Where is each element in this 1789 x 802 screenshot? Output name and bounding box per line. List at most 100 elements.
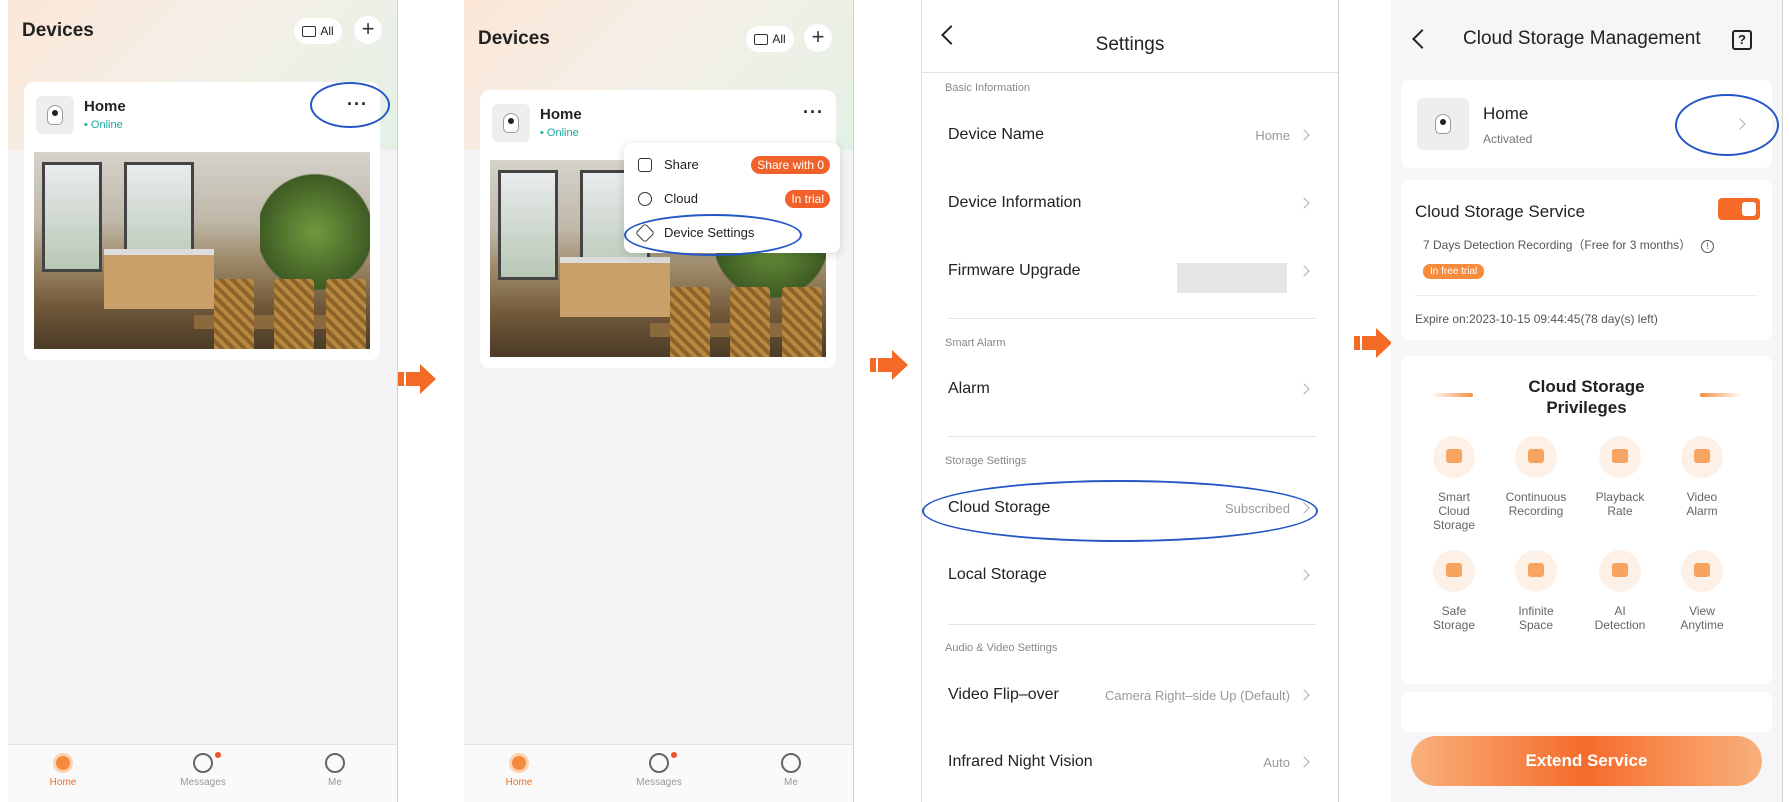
- info-icon[interactable]: !: [1701, 240, 1715, 253]
- privilege-label: Video: [1686, 490, 1718, 504]
- back-icon[interactable]: [1412, 29, 1432, 49]
- tab-messages-label: Messages: [636, 777, 682, 788]
- section-storage-settings: Storage Settings: [945, 455, 1027, 467]
- chevron-right-icon: [1298, 689, 1310, 701]
- camera-icon: [1417, 98, 1469, 150]
- camera-icon: [492, 104, 530, 142]
- arrow-icon: [870, 350, 908, 380]
- device-list-icon: [754, 33, 769, 45]
- home-icon: [509, 753, 529, 773]
- row-device-name[interactable]: Device Name: [948, 126, 1044, 144]
- row-firmware-upgrade[interactable]: Firmware Upgrade: [948, 262, 1080, 280]
- video-icon: [1515, 436, 1557, 478]
- privilege-label: Storage: [1432, 618, 1476, 632]
- cloud-badge: In trial: [785, 190, 830, 208]
- tab-messages[interactable]: Messages: [624, 752, 694, 788]
- service-description-text: 7 Days Detection Recording（Free for 3 mo…: [1423, 238, 1692, 252]
- filter-all-label: All: [320, 24, 334, 38]
- add-device-button[interactable]: +: [354, 16, 382, 44]
- infrared-value: Auto: [1263, 755, 1290, 770]
- box-icon: [1515, 550, 1557, 592]
- help-icon[interactable]: ?: [1732, 30, 1752, 50]
- chevron-right-icon: [1298, 197, 1310, 209]
- arrow-icon: [398, 364, 436, 394]
- privileges-panel: Cloud Storage Privileges Smart Cloud Sto…: [1401, 356, 1772, 684]
- privilege-label: Storage: [1432, 518, 1476, 532]
- extra-panel: [1401, 692, 1772, 732]
- row-device-information[interactable]: Device Information: [948, 194, 1081, 212]
- privilege-continuous-recording: Continuous Recording: [1497, 436, 1575, 518]
- camera-icon: [36, 96, 74, 134]
- scan-icon: [1599, 550, 1641, 592]
- tab-home-label: Home: [505, 777, 533, 788]
- page-title: Settings: [1095, 34, 1165, 55]
- camera-icon: [1681, 550, 1723, 592]
- cloud-icon: [638, 191, 652, 206]
- speed-icon: [1599, 436, 1641, 478]
- highlight-ellipse: [624, 214, 802, 256]
- section-audio-video-settings: Audio & Video Settings: [945, 642, 1058, 654]
- row-infrared-night-vision[interactable]: Infrared Night Vision: [948, 753, 1093, 771]
- privilege-infinite-space: Infinite Space: [1497, 550, 1575, 632]
- highlight-ellipse: [310, 82, 390, 128]
- cloud-storage-management-screen: Cloud Storage Management ? Home Activate…: [1391, 0, 1783, 802]
- highlight-ellipse: [1675, 94, 1779, 156]
- row-alarm[interactable]: Alarm: [948, 380, 990, 398]
- divider: [1415, 295, 1758, 296]
- service-toggle[interactable]: [1718, 198, 1760, 220]
- privilege-label: Anytime: [1680, 618, 1724, 632]
- privilege-video-alarm: Video Alarm: [1663, 436, 1741, 518]
- device-list-icon: [302, 25, 317, 37]
- filter-all-label: All: [772, 32, 786, 46]
- privilege-label: AI: [1614, 604, 1626, 618]
- filter-all-button[interactable]: All: [294, 18, 342, 44]
- privilege-label: Infinite: [1518, 604, 1554, 618]
- chevron-right-icon: [1298, 383, 1310, 395]
- chevron-right-icon: [1298, 265, 1310, 277]
- device-status: Online: [84, 119, 123, 131]
- highlight-ellipse: [922, 480, 1318, 542]
- privilege-label: Recording: [1508, 504, 1564, 518]
- expire-date: Expire on:2023-10-15 09:44:45(78 day(s) …: [1415, 312, 1658, 326]
- privilege-safe-storage: Safe Storage: [1415, 550, 1493, 632]
- menu-item-share[interactable]: Share: [638, 157, 699, 172]
- tab-messages[interactable]: Messages: [168, 752, 238, 788]
- privileges-title-line-2: Privileges: [1546, 398, 1627, 417]
- firmware-version-redacted: [1177, 263, 1287, 293]
- extend-service-button[interactable]: Extend Service: [1411, 736, 1762, 786]
- tab-messages-label: Messages: [180, 777, 226, 788]
- bottom-tab-bar: Home Messages Me: [8, 744, 397, 802]
- privilege-label: Playback: [1595, 490, 1645, 504]
- home-icon: [53, 753, 73, 773]
- more-options-button[interactable]: ···: [803, 102, 824, 123]
- tab-me[interactable]: Me: [756, 753, 826, 788]
- section-divider: [948, 624, 1316, 625]
- filter-all-button[interactable]: All: [746, 26, 794, 52]
- menu-item-cloud[interactable]: Cloud: [638, 191, 698, 206]
- privilege-label: Detection: [1594, 618, 1646, 632]
- privilege-label: Smart: [1437, 490, 1470, 504]
- privileges-title-line-1: Cloud Storage: [1528, 377, 1645, 396]
- privilege-label: View: [1689, 604, 1715, 618]
- page-title: Devices: [22, 20, 94, 41]
- section-smart-alarm: Smart Alarm: [945, 337, 1006, 349]
- header-divider: [922, 72, 1338, 73]
- row-video-flip[interactable]: Video Flip–over: [948, 686, 1059, 704]
- add-device-button[interactable]: +: [804, 24, 832, 52]
- play-icon: [1681, 436, 1723, 478]
- tab-home[interactable]: Home: [28, 753, 98, 788]
- page-title: Cloud Storage Management: [1463, 28, 1701, 49]
- tab-me[interactable]: Me: [300, 753, 370, 788]
- privilege-label: Alarm: [1686, 504, 1718, 518]
- camera-preview[interactable]: [34, 152, 370, 349]
- device-name: Home: [84, 98, 126, 115]
- section-basic-information: Basic Information: [945, 82, 1030, 94]
- cloud-service-panel: Cloud Storage Service 7 Days Detection R…: [1401, 180, 1772, 340]
- chevron-right-icon: [1298, 129, 1310, 141]
- chevron-right-icon: [1298, 756, 1310, 768]
- row-local-storage[interactable]: Local Storage: [948, 566, 1047, 584]
- tab-home[interactable]: Home: [484, 753, 554, 788]
- shield-icon: [1433, 550, 1475, 592]
- service-description: 7 Days Detection Recording（Free for 3 mo…: [1423, 236, 1715, 253]
- cloud-label: Cloud: [664, 191, 698, 206]
